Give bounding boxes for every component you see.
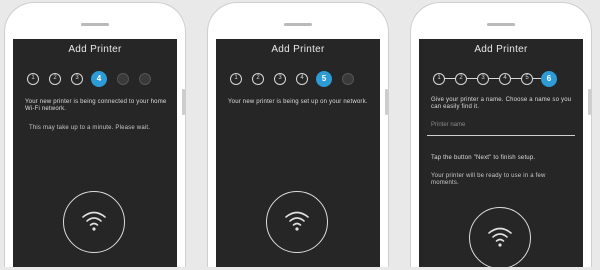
progress-ring [469, 207, 531, 267]
progress-ring [266, 191, 328, 253]
printer-name-field[interactable]: Printer name [427, 119, 575, 136]
instruction-text: Give your printer a name. Choose a name … [431, 97, 572, 110]
speaker-grille [487, 23, 515, 26]
phone-frame-3: Add Printer 1 2 3 4 5 6 Give your printe… [410, 2, 592, 267]
page-title: Add Printer [68, 44, 122, 55]
step-connector [533, 78, 541, 79]
header-bar: Add Printer [216, 39, 380, 61]
step-connector [467, 78, 477, 79]
step-3-done: 3 [477, 73, 489, 85]
app-screen-step-4: Add Printer 1 2 3 4 Your new printer is … [13, 39, 177, 267]
side-button [588, 89, 591, 115]
status-note: This may take up to a minute. Please wai… [29, 125, 151, 131]
step-indicator: 1 2 3 4 5 [230, 71, 374, 89]
finish-note: Your printer will be ready to use in a f… [431, 173, 546, 186]
step-2-done: 2 [252, 73, 264, 85]
wifi-icon [488, 227, 512, 247]
step-1-done: 1 [27, 73, 39, 85]
status-message: Your new printer is being set up on your… [228, 99, 368, 105]
page-title: Add Printer [271, 44, 325, 55]
step-3-done: 3 [274, 73, 286, 85]
app-screen-step-6: Add Printer 1 2 3 4 5 6 Give your printe… [419, 39, 583, 267]
wifi-icon [82, 211, 106, 231]
finish-instruction: Tap the button "Next" to finish setup. [431, 155, 536, 161]
header-bar: Add Printer [419, 39, 583, 61]
step-3-done: 3 [71, 73, 83, 85]
header-bar: Add Printer [13, 39, 177, 61]
side-button [182, 89, 185, 115]
side-button [385, 89, 388, 115]
printer-name-placeholder: Printer name [431, 122, 466, 128]
step-2-done: 2 [455, 73, 467, 85]
step-current: 5 [316, 71, 332, 87]
step-2-done: 2 [49, 73, 61, 85]
app-screen-step-5: Add Printer 1 2 3 4 5 Your new printer i… [216, 39, 380, 267]
step-indicator: 1 2 3 4 5 6 [433, 71, 577, 89]
step-current: 4 [91, 71, 107, 87]
step-6-pending [342, 73, 354, 85]
step-4-done: 4 [499, 73, 511, 85]
speaker-grille [81, 23, 109, 26]
step-connector [445, 78, 455, 79]
progress-ring [63, 191, 125, 253]
phone-frame-2: Add Printer 1 2 3 4 5 Your new printer i… [207, 2, 389, 267]
speaker-grille [284, 23, 312, 26]
step-6-pending [139, 73, 151, 85]
step-4-done: 4 [296, 73, 308, 85]
step-current: 6 [541, 71, 557, 87]
phone-frame-1: Add Printer 1 2 3 4 Your new printer is … [4, 2, 186, 267]
step-5-done: 5 [521, 73, 533, 85]
page-title: Add Printer [474, 44, 528, 55]
step-1-done: 1 [433, 73, 445, 85]
step-indicator: 1 2 3 4 [27, 71, 171, 89]
wifi-icon [285, 211, 309, 231]
step-connector [489, 78, 499, 79]
status-message: Your new printer is being connected to y… [25, 99, 167, 112]
step-1-done: 1 [230, 73, 242, 85]
step-connector [511, 78, 521, 79]
step-5-pending [117, 73, 129, 85]
